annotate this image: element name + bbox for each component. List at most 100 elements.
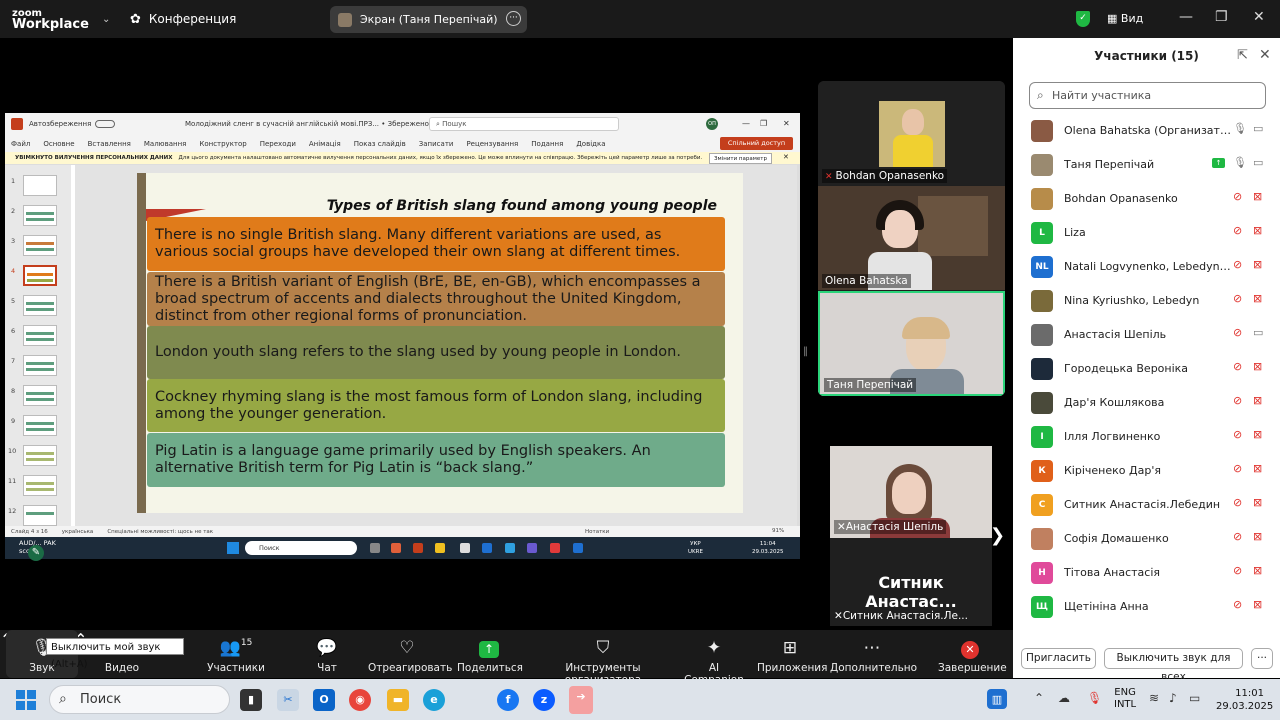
mic-icon[interactable]: 🎙 [1233,156,1247,169]
participants-button[interactable]: 👥15 Участники [200,630,272,678]
participant-row[interactable]: Софія Домашенко ⊘ ⊠ [1013,522,1280,556]
remote-app-icon[interactable] [413,543,423,553]
minimize-icon[interactable]: — [1179,9,1193,25]
camera-off-icon[interactable]: ⊠ [1253,292,1262,305]
camera-icon[interactable]: ▭ [1253,122,1263,135]
widgets-icon[interactable]: ▥ [987,689,1007,709]
slide-scrollbar[interactable] [797,165,800,526]
remote-app-icon[interactable] [435,543,445,553]
participant-row[interactable]: Городецька Вероніка ⊘ ⊠ [1013,352,1280,386]
battery-icon[interactable]: ▭ [1189,691,1200,705]
notice-change-button[interactable]: Змінити параметр [709,153,772,164]
maximize-icon[interactable]: ❐ [1215,9,1228,25]
conference-info-button[interactable]: ✿ Конференция [130,12,310,27]
video-tile-large[interactable]: ✕Анастасія Шепіль Ситник Анастас... ✕Сит… [830,446,992,626]
slide-thumbnail-9[interactable] [23,415,57,436]
camera-off-icon[interactable]: ⊠ [1253,496,1262,509]
mic-muted-icon[interactable]: ⊘ [1233,190,1242,203]
invite-button[interactable]: Пригласить [1021,648,1096,669]
notice-close-icon[interactable]: ✕ [783,153,789,161]
camera-off-icon[interactable]: ⊠ [1253,428,1262,441]
annotation-pen-icon[interactable]: ✎ [28,545,44,561]
snipping-tool-icon[interactable]: ✂ [277,689,299,711]
mic-muted-icon[interactable]: ⊘ [1233,394,1242,407]
slide-thumbnail-2[interactable] [23,205,57,226]
ppt-share-button[interactable]: Спільний доступ [720,137,793,150]
menu-home[interactable]: Основне [43,140,74,148]
participant-row[interactable]: Таня Перепічай ↑ 🎙 ▭ [1013,148,1280,182]
ppt-maximize-icon[interactable]: ❐ [760,119,767,128]
slide-thumbnail-7[interactable] [23,355,57,376]
remote-app-icon[interactable] [391,543,401,553]
mic-in-use-icon[interactable]: 🎙 [1087,691,1102,705]
taskbar-clock[interactable]: 11:01 29.03.2025 [1216,687,1273,713]
slide-thumbnail-10[interactable] [23,445,57,466]
active-app-icon[interactable]: ➔ [569,686,593,714]
status-zoom[interactable]: 91% [772,528,784,534]
remote-start-icon[interactable] [227,542,239,554]
taskbar-search-input[interactable]: ⌕ Поиск [49,685,230,714]
volume-icon[interactable]: ♪ [1169,691,1177,705]
slide-thumbnail-1[interactable] [23,175,57,196]
onedrive-icon[interactable]: ☁ [1058,691,1070,705]
status-notes-button[interactable]: Нотатки [585,529,609,535]
remote-clock[interactable]: 11:04 29.03.2025 [752,540,784,556]
mic-muted-icon[interactable]: ⊘ [1233,598,1242,611]
slide-thumbnail-3[interactable] [23,235,57,256]
outlook-icon[interactable]: O [313,689,335,711]
more-button[interactable]: ⋯ Дополнительно [830,630,917,678]
ppt-close-icon[interactable]: ✕ [783,119,790,128]
edge-icon[interactable]: e [423,689,445,711]
split-divider-handle[interactable]: ‖ [803,346,808,366]
mic-muted-icon[interactable]: ⊘ [1233,496,1242,509]
close-icon[interactable]: ✕ [1253,9,1265,25]
windows-start-icon[interactable] [16,690,36,710]
remote-language[interactable]: УКР UKRE [688,540,703,556]
remote-app-icon[interactable] [482,543,492,553]
menu-review[interactable]: Рецензування [466,140,518,148]
camera-off-icon[interactable]: ⊠ [1253,564,1262,577]
menu-record[interactable]: Записати [419,140,454,148]
slide-thumbnail-4[interactable] [23,265,57,286]
mic-muted-icon[interactable]: ⊘ [1233,224,1242,237]
end-meeting-button[interactable]: ✕ Завершение [938,630,1007,678]
remote-search-input[interactable]: Поиск [245,541,357,555]
panel-close-icon[interactable]: ✕ [1259,47,1271,63]
more-icon[interactable]: ··· [1251,648,1273,669]
slide-thumbnail-5[interactable] [23,295,57,316]
video-tile[interactable]: ✕ Bohdan Opanasenko [818,81,1005,185]
slide-textbox-4[interactable]: Cockney rhyming slang is the most famous… [147,379,725,432]
menu-animations[interactable]: Анімація [309,140,341,148]
camera-off-icon[interactable]: ⊠ [1253,530,1262,543]
mic-muted-icon[interactable]: ⊘ [1233,292,1242,305]
menu-insert[interactable]: Вставлення [88,140,131,148]
mic-muted-icon[interactable]: ⊘ [1233,530,1242,543]
participant-row[interactable]: С Ситник Анастасія.Лебедин ⊘ ⊠ [1013,488,1280,522]
menu-draw[interactable]: Малювання [144,140,186,148]
camera-off-icon[interactable]: ⊠ [1253,258,1262,271]
participant-row[interactable]: Bohdan Opanasenko ⊘ ⊠ [1013,182,1280,216]
next-page-arrow-icon[interactable]: ❯ [990,525,1005,546]
participant-row[interactable]: Nina Kyriushko, Lebedyn ⊘ ⊠ [1013,284,1280,318]
video-tile[interactable]: Olena Bahatska [818,186,1005,290]
status-language[interactable]: українська [62,529,94,535]
autosave-toggle[interactable] [95,120,116,128]
participant-row[interactable]: К Кіріченеко Дар'я ⊘ ⊠ [1013,454,1280,488]
camera-off-icon[interactable]: ⊠ [1253,224,1262,237]
participant-row[interactable]: Olena Bahatska (Организатор, я) 🎙 ▭ [1013,114,1280,148]
slide-textbox-2[interactable]: There is a British variant of English (B… [147,272,725,326]
apps-button[interactable]: ⊞ Приложения [757,630,827,678]
participant-row[interactable]: Дар'я Кошлякова ⊘ ⊠ [1013,386,1280,420]
camera-off-icon[interactable]: ⊠ [1253,462,1262,475]
mic-muted-icon[interactable]: ⊘ [1233,360,1242,373]
camera-off-icon[interactable]: ⊠ [1253,190,1262,203]
ppt-user-avatar[interactable]: ОП [706,118,718,130]
participant-row[interactable]: Анастасія Шепіль ⊘ ▭ [1013,318,1280,352]
participant-row[interactable]: Н Тітова Анастасія ⊘ ⊠ [1013,556,1280,590]
menu-design[interactable]: Конструктор [199,140,246,148]
slide-textbox-3[interactable]: London youth slang refers to the slang u… [147,326,725,379]
participant-search-input[interactable]: ⌕ Найти участника [1029,82,1266,109]
ai-companion-button[interactable]: ✦ AI Companion [679,630,749,686]
participant-row[interactable]: NL Natali Logvynenko, Lebedyn, Sum...⊘ ⊠ [1013,250,1280,284]
remote-app-icon[interactable] [460,543,470,553]
